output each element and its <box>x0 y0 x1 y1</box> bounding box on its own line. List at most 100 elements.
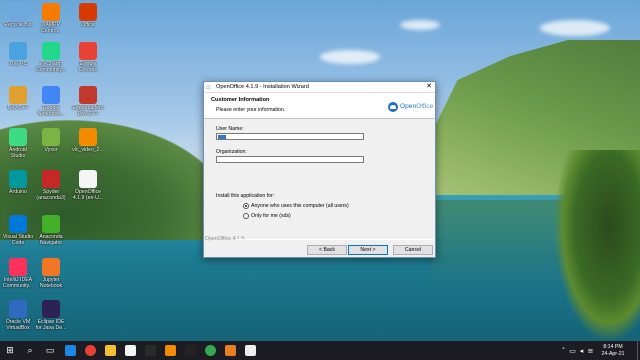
installer-icon: ⌂ <box>206 83 211 91</box>
search-icon[interactable]: ⌕ <box>20 341 40 360</box>
office-icon <box>79 3 97 21</box>
desktop-icon-label: Jupyter Notebook <box>39 277 63 289</box>
cancel-button[interactable]: Cancel <box>393 245 433 255</box>
clock[interactable]: 8:14 PM 24-Apr-21 <box>595 344 631 358</box>
google-icon <box>42 86 60 104</box>
installation-wizard-dialog: ⌂ OpenOffice 4.1.9 - Installation Wizard… <box>203 81 436 258</box>
taskbar-app-button[interactable] <box>180 341 200 360</box>
store-icon <box>124 345 136 356</box>
desktop-icon-label: Anaconda Navigator <box>39 234 63 246</box>
next-button[interactable]: Next > <box>348 245 388 255</box>
desktop-icon[interactable]: PyCharm Community... <box>33 42 69 80</box>
taskbar-app-button[interactable] <box>240 341 260 360</box>
task-view-icon[interactable]: ▭ <box>40 341 60 360</box>
volume-icon[interactable]: ◂ <box>577 347 586 355</box>
network-icon[interactable]: ▭ <box>568 347 577 355</box>
taskbar-app-button[interactable] <box>120 341 140 360</box>
cloud <box>540 20 610 36</box>
organization-label: Organization: <box>216 149 247 155</box>
wizard-header: Customer Information Please enter your i… <box>204 93 435 119</box>
android-studio-icon <box>9 128 27 146</box>
desktop-icon-label: OpenOffice 4.1.9 (en-U... <box>72 189 104 201</box>
option-all-users[interactable]: Anyone who uses this computer (all users… <box>243 203 349 209</box>
vysor-icon <box>42 128 60 146</box>
chevron-up-icon[interactable]: ˄ <box>559 347 568 355</box>
desktop-icon[interactable]: Vysor <box>33 128 69 166</box>
desktop-icon[interactable]: XAMPP Contro... <box>33 3 69 41</box>
start-button[interactable]: ⊞ <box>0 341 20 360</box>
close-icon[interactable]: ✕ <box>423 82 435 92</box>
openoffice-gull-icon <box>388 101 398 112</box>
chrome-icon <box>84 345 96 356</box>
radio-all-users[interactable] <box>243 203 249 209</box>
desktop-icon[interactable]: Google Notebook... <box>33 86 69 124</box>
user-name-field[interactable] <box>216 133 364 140</box>
user-name-label: User Name: <box>216 126 244 132</box>
desktop-icon[interactable]: OpenOffice 4.1.9 (en-U... <box>70 170 106 208</box>
taskbar-app-button[interactable] <box>140 341 160 360</box>
desktop-icon-label: Spyder (anaconda3) <box>36 189 66 201</box>
intellij-icon <box>9 258 27 276</box>
footer-divider <box>236 239 434 240</box>
vlc-icon <box>79 128 97 146</box>
pycharm-icon <box>42 42 60 60</box>
tree-foliage <box>555 150 640 340</box>
taskbar-app-button[interactable] <box>200 341 220 360</box>
desktop-icon[interactable]: vlc_video_2... <box>70 128 106 166</box>
header-subtitle: Please enter your information. <box>216 107 286 113</box>
dev-cpp-icon <box>9 86 27 104</box>
xampp-icon <box>42 3 60 21</box>
option-only-me[interactable]: Only for me (sds) <box>243 213 291 219</box>
this-pc-icon <box>9 42 27 60</box>
option-all-users-label: Anyone who uses this computer (all users… <box>251 203 349 209</box>
terminal-icon <box>144 345 156 356</box>
logo-text: OpenOffice <box>400 103 434 110</box>
recycle-bin-icon <box>9 3 27 21</box>
taskbar-app-button[interactable] <box>100 341 120 360</box>
edge-icon <box>64 345 76 356</box>
desktop-icon[interactable]: Eclipse IDE for Java De... <box>33 300 69 338</box>
desktop-icon-label: Google Notebook... <box>37 105 65 117</box>
eclipse-icon <box>42 300 60 318</box>
chrome-icon <box>204 345 216 356</box>
language-icon[interactable]: ≡ <box>586 347 595 355</box>
arduino-icon <box>9 170 27 188</box>
desktop-icon[interactable]: Jupyter Notebook <box>33 258 69 296</box>
organization-field[interactable] <box>216 156 364 163</box>
header-title: Customer Information <box>211 97 270 103</box>
cloud <box>320 50 380 64</box>
taskbar-app-button[interactable] <box>220 341 240 360</box>
option-only-me-label: Only for me (sds) <box>251 213 291 219</box>
desktop-icon-label: PyCharm Community... <box>35 61 67 73</box>
openoffice-icon <box>244 345 256 356</box>
desktop-icon-label: Embarcadero Dev-C++ <box>72 105 104 117</box>
clock-time: 8:14 PM <box>603 343 623 350</box>
jupyter-icon <box>42 258 60 276</box>
desktop-icon[interactable]: Spyder (anaconda3) <box>33 170 69 208</box>
taskbar-apps <box>60 341 260 360</box>
dialog-title: OpenOffice 4.1.9 - Installation Wizard <box>216 84 309 90</box>
taskbar-app-button[interactable] <box>80 341 100 360</box>
virtualbox-icon <box>9 300 27 318</box>
system-tray: ˄ ▭ ◂ ≡ 8:14 PM 24-Apr-21 <box>559 341 640 360</box>
taskbar-app-button[interactable] <box>60 341 80 360</box>
desktop-icon[interactable]: Office <box>70 3 106 41</box>
clock-date: 24-Apr-21 <box>601 350 625 357</box>
desktop-icon[interactable]: Embarcadero Dev-C++ <box>70 86 106 124</box>
desktop-icon[interactable]: Google Chrome <box>70 42 106 80</box>
installer-icon <box>224 345 236 356</box>
desktop-icon[interactable]: Anaconda Navigator <box>33 215 69 253</box>
desktop-icon-label: Vysor <box>44 147 58 153</box>
spyder-icon <box>42 170 60 188</box>
desktop-icon-label: Office <box>81 22 95 28</box>
desktop-icon-label: Eclipse IDE for Java De... <box>35 319 67 331</box>
file-icon <box>79 170 97 188</box>
anaconda-icon <box>42 215 60 233</box>
radio-only-me[interactable] <box>243 213 249 219</box>
dialog-titlebar[interactable]: ⌂ OpenOffice 4.1.9 - Installation Wizard… <box>204 82 435 93</box>
back-button[interactable]: < Back <box>307 245 347 255</box>
desktop-icon-label: XAMPP Contro... <box>41 22 61 34</box>
vlc-icon <box>164 345 176 356</box>
taskbar-app-button[interactable] <box>160 341 180 360</box>
desktop-icon-label: Google Chrome <box>78 61 98 73</box>
